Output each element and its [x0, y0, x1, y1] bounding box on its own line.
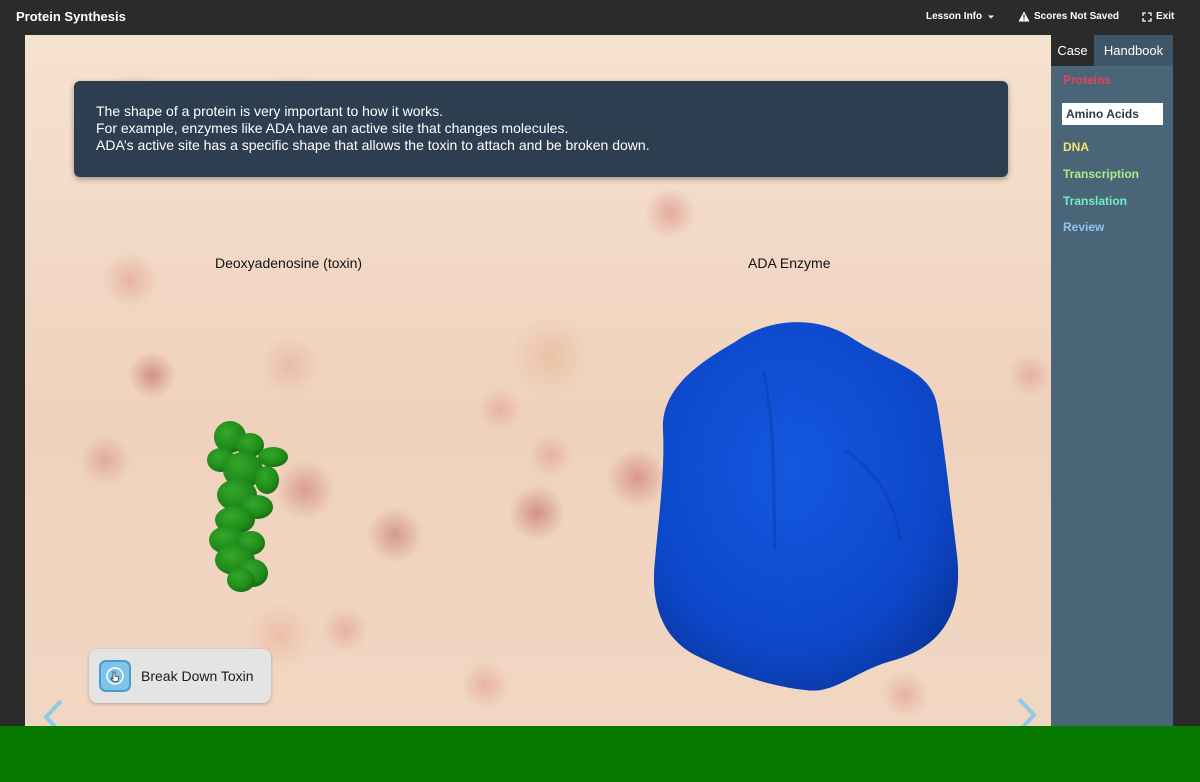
- info-box: The shape of a protein is very important…: [74, 81, 1008, 177]
- tab-handbook[interactable]: Handbook: [1094, 35, 1173, 66]
- toxin-molecule: [207, 421, 288, 592]
- sidebar-item-proteins[interactable]: Proteins: [1063, 73, 1111, 87]
- break-down-toxin-button[interactable]: Break Down Toxin: [89, 649, 271, 703]
- top-bar: Protein Synthesis Lesson Info Scores Not…: [0, 0, 1200, 34]
- info-line-1: The shape of a protein is very important…: [96, 103, 444, 119]
- scores-status[interactable]: Scores Not Saved: [1018, 11, 1119, 22]
- info-line-3: ADA’s active site has a specific shape t…: [96, 137, 650, 153]
- sidebar-item-dna[interactable]: DNA: [1063, 140, 1089, 154]
- lesson-stage: The shape of a protein is very important…: [25, 35, 1051, 726]
- sidebar-item-translation[interactable]: Translation: [1063, 194, 1127, 208]
- pointer-hand-icon: [99, 660, 131, 692]
- warning-icon: [1018, 11, 1030, 22]
- exit-label: Exit: [1156, 11, 1175, 22]
- enzyme-molecule: [653, 322, 959, 691]
- info-line-2: For example, enzymes like ADA have an ac…: [96, 120, 569, 136]
- sidebar-tabs: Case Handbook: [1051, 35, 1173, 66]
- lesson-info-button[interactable]: Lesson Info: [926, 11, 996, 22]
- scores-label: Scores Not Saved: [1034, 11, 1120, 22]
- exit-button[interactable]: Exit: [1142, 11, 1174, 22]
- sidebar-item-review[interactable]: Review: [1063, 220, 1104, 234]
- sidebar-item-amino-acids[interactable]: Amino Acids: [1062, 103, 1163, 125]
- lesson-info-label: Lesson Info: [926, 11, 983, 22]
- app-title: Protein Synthesis: [16, 9, 126, 24]
- chevron-down-icon: [988, 15, 995, 18]
- overlay-band: [0, 726, 1200, 782]
- tab-case[interactable]: Case: [1051, 35, 1094, 66]
- arrow-right-icon[interactable]: [1013, 695, 1039, 726]
- toxin-label: Deoxyadenosine (toxin): [215, 255, 363, 271]
- enzyme-label: ADA Enzyme: [748, 255, 831, 271]
- handbook-sidebar: Case Handbook Proteins Amino Acids DNA T…: [1051, 35, 1173, 726]
- sidebar-item-transcription[interactable]: Transcription: [1063, 167, 1139, 181]
- arrow-left-icon[interactable]: [41, 697, 67, 726]
- break-down-toxin-label: Break Down Toxin: [141, 668, 254, 684]
- exit-icon: [1142, 11, 1152, 22]
